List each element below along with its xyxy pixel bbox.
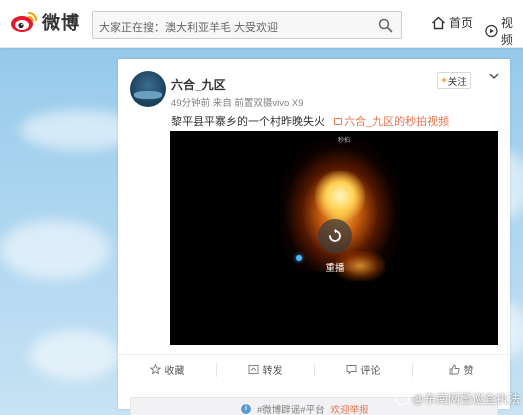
weibo-logo-icon: [11, 12, 37, 32]
replay-button[interactable]: [318, 219, 352, 253]
nav-home[interactable]: 首页: [431, 14, 473, 31]
comment-label: 评论: [360, 366, 381, 377]
chevron-down-icon[interactable]: [488, 71, 500, 81]
repost-icon: [248, 365, 258, 374]
watermark: @东南网警巡查执法: [395, 390, 520, 407]
video-link-icon: [334, 118, 343, 125]
follow-label: 关注: [447, 76, 467, 88]
post-body: 黎平县平寨乡的一个村昨晚失火: [171, 116, 325, 128]
watermark-text: @东南网警巡查执法: [412, 392, 521, 406]
post-text: 黎平县平寨乡的一个村昨晚失火 六合_九区的秒拍视频: [171, 113, 449, 129]
nav-home-label: 首页: [449, 16, 474, 30]
nav-video[interactable]: 视频: [485, 14, 523, 48]
home-icon: [432, 16, 445, 29]
thumb-up-icon: [449, 364, 460, 375]
replay-icon: [329, 228, 341, 242]
favorite-button[interactable]: 收藏: [118, 355, 216, 384]
comment-icon: [346, 365, 356, 375]
weibo-logo[interactable]: 微博: [10, 9, 80, 35]
username[interactable]: 六合_九区: [171, 76, 226, 93]
post-card: 六合_九区 49分钟前 来自 前置双摄vivo X9 + 关注 黎平县平寨乡的一…: [118, 59, 510, 415]
video-link-label: 六合_九区的秒拍视频: [344, 116, 450, 128]
repost-button[interactable]: 转发: [216, 355, 314, 384]
comment-notice-text: #微博辟谣#平台: [257, 405, 325, 415]
cloud-decoration: [30, 330, 120, 380]
top-bar: 微博 大家正在搜：澳大利亚羊毛 大受欢迎 首页 视频: [0, 0, 523, 48]
comment-button[interactable]: 评论: [314, 355, 412, 384]
favorite-label: 收藏: [164, 366, 185, 377]
blue-light: [296, 255, 302, 261]
video-badge: 秒拍: [338, 138, 351, 144]
search-placeholder: 大家正在搜：澳大利亚羊毛 大受欢迎: [99, 22, 279, 34]
weibo-watermark-icon: [395, 392, 409, 405]
comment-info: i #微博辟谣#平台 欢迎举报: [241, 402, 369, 415]
repost-label: 转发: [262, 366, 283, 377]
info-icon: i: [241, 404, 251, 414]
video-player[interactable]: 秒拍 重播: [170, 131, 498, 345]
fire-image-core: [315, 171, 365, 221]
like-button[interactable]: 赞: [412, 355, 510, 384]
action-bar: 收藏 转发 评论 赞: [118, 354, 510, 384]
avatar[interactable]: [130, 71, 166, 107]
video-link[interactable]: 六合_九区的秒拍视频: [334, 116, 449, 128]
cloud-decoration: [0, 220, 110, 280]
report-link[interactable]: 欢迎举报: [331, 402, 369, 415]
replay-label: 重播: [325, 263, 345, 274]
video-icon: [485, 24, 498, 38]
nav-video-label: 视频: [500, 16, 513, 47]
plus-icon: +: [441, 75, 447, 86]
follow-button[interactable]: + 关注: [437, 72, 471, 89]
search-icon[interactable]: [378, 18, 393, 33]
like-label: 赞: [463, 366, 474, 377]
logo-text: 微博: [42, 13, 80, 34]
post-meta: 49分钟前 来自 前置双摄vivo X9: [171, 98, 304, 109]
star-icon: [149, 364, 161, 375]
search-input[interactable]: 大家正在搜：澳大利亚羊毛 大受欢迎: [92, 11, 402, 39]
